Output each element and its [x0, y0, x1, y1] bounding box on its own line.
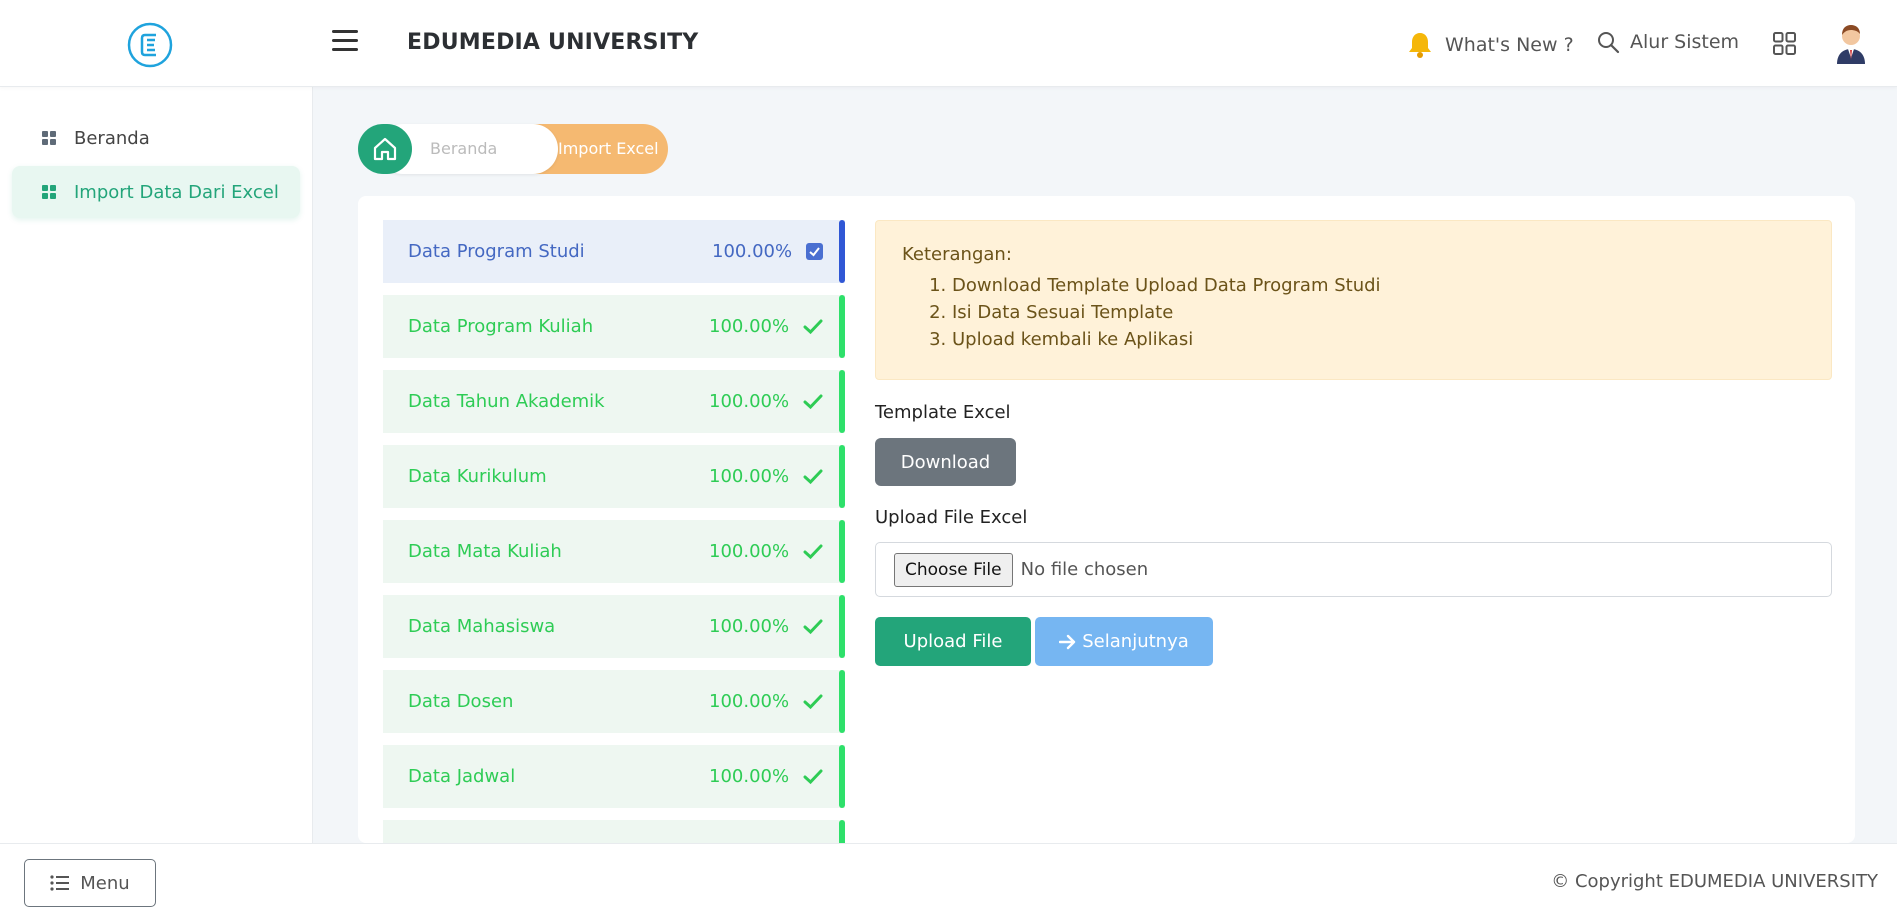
dashboard-icon	[42, 131, 56, 145]
step-item-mata-kuliah[interactable]: Data Mata Kuliah 100.00%	[383, 520, 845, 583]
apps-grid-icon[interactable]	[1773, 32, 1796, 55]
dashboard-icon	[42, 185, 56, 199]
list-icon	[50, 875, 70, 891]
step-label: Data Mahasiswa	[408, 616, 556, 637]
brand-title: EDUMEDIA UNIVERSITY	[407, 30, 699, 55]
check-icon	[803, 392, 823, 412]
bell-icon	[1409, 33, 1431, 58]
top-header: EDUMEDIA UNIVERSITY What's New ? Alur Si…	[0, 0, 1897, 87]
step-progress: 100.00%	[709, 391, 790, 412]
step-label: Data Tahun Akademik	[408, 391, 605, 412]
step-item-dosen[interactable]: Data Dosen 100.00%	[383, 670, 845, 733]
sidebar-item-import-excel[interactable]: Import Data Dari Excel	[12, 166, 300, 218]
step-item-jadwal[interactable]: Data Jadwal 100.00%	[383, 745, 845, 808]
sidebar-item-label: Beranda	[74, 127, 150, 149]
next-button[interactable]: Selanjutnya	[1035, 617, 1213, 666]
step-progress: 100.00%	[709, 316, 790, 337]
step-progress: 100.00%	[709, 616, 790, 637]
step-label: Data Jadwal	[408, 766, 516, 787]
whats-new-label: What's New ?	[1445, 34, 1574, 56]
edumedia-logo-icon[interactable]	[127, 22, 173, 68]
whats-new-link[interactable]: What's New ?	[1405, 30, 1574, 60]
sidebar-item-label: Import Data Dari Excel	[74, 181, 279, 203]
checkbox-checked-icon	[806, 243, 823, 260]
info-title: Keterangan:	[902, 244, 1012, 265]
step-item-partial[interactable]	[383, 820, 845, 843]
template-excel-label: Template Excel	[875, 402, 1011, 423]
user-avatar-icon[interactable]	[1834, 22, 1868, 64]
sidebar-item-beranda[interactable]: Beranda	[12, 112, 300, 164]
check-icon	[803, 692, 823, 712]
next-button-label: Selanjutnya	[1082, 631, 1189, 652]
step-item-tahun-akademik[interactable]: Data Tahun Akademik 100.00%	[383, 370, 845, 433]
step-item-mahasiswa[interactable]: Data Mahasiswa 100.00%	[383, 595, 845, 658]
download-template-button[interactable]: Download	[875, 438, 1016, 486]
menu-button[interactable]: Menu	[24, 859, 156, 907]
step-progress: 100.00%	[709, 766, 790, 787]
footer: Menu © Copyright EDUMEDIA UNIVERSITY	[0, 843, 1897, 918]
upload-file-label: Upload File Excel	[875, 507, 1028, 528]
info-list: Download Template Upload Data Program St…	[952, 272, 1805, 353]
check-icon	[803, 617, 823, 637]
file-upload-input[interactable]: Choose File No file chosen	[875, 542, 1832, 597]
step-label: Data Mata Kuliah	[408, 541, 562, 562]
breadcrumb: Import Excel Beranda	[358, 124, 668, 174]
menu-button-label: Menu	[80, 872, 130, 894]
import-card: Data Program Studi 100.00% Data Program …	[358, 196, 1855, 843]
alur-sistem-link[interactable]: Alur Sistem	[1596, 30, 1739, 54]
step-label: Data Program Kuliah	[408, 316, 594, 337]
step-item-program-kuliah[interactable]: Data Program Kuliah 100.00%	[383, 295, 845, 358]
menu-toggle-icon[interactable]	[332, 30, 358, 54]
step-label: Data Kurikulum	[408, 466, 547, 487]
info-alert: Keterangan: Download Template Upload Dat…	[875, 220, 1832, 380]
copyright-text: © Copyright EDUMEDIA UNIVERSITY	[1551, 871, 1878, 892]
info-list-item: Upload kembali ke Aplikasi	[952, 326, 1805, 353]
upload-file-button[interactable]: Upload File	[875, 617, 1031, 666]
check-icon	[803, 542, 823, 562]
step-label: Data Program Studi	[408, 241, 585, 262]
step-progress: 100.00%	[709, 691, 790, 712]
choose-file-button[interactable]: Choose File	[894, 552, 1013, 587]
home-icon	[373, 137, 397, 161]
check-icon	[803, 467, 823, 487]
info-list-item: Isi Data Sesuai Template	[952, 299, 1805, 326]
step-progress: 100.00%	[709, 466, 790, 487]
search-icon	[1598, 32, 1620, 54]
sidebar: Beranda Import Data Dari Excel	[0, 87, 313, 843]
step-item-kurikulum[interactable]: Data Kurikulum 100.00%	[383, 445, 845, 508]
step-item-program-studi[interactable]: Data Program Studi 100.00%	[383, 220, 845, 283]
import-steps-list: Data Program Studi 100.00% Data Program …	[383, 220, 845, 843]
step-progress: 100.00%	[709, 541, 790, 562]
check-icon	[803, 317, 823, 337]
check-icon	[803, 767, 823, 787]
arrow-right-icon	[1059, 634, 1076, 649]
step-progress: 100.00%	[712, 241, 793, 262]
info-list-item: Download Template Upload Data Program St…	[952, 272, 1805, 299]
file-status-text: No file chosen	[1020, 559, 1149, 580]
alur-sistem-label: Alur Sistem	[1630, 31, 1740, 53]
step-label: Data Dosen	[408, 691, 514, 712]
breadcrumb-home-button[interactable]	[358, 124, 412, 174]
